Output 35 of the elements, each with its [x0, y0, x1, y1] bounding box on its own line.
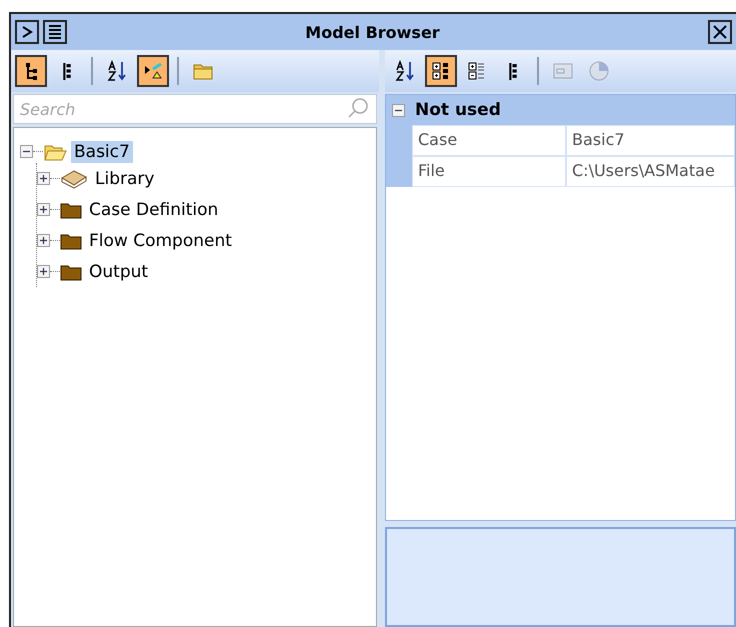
sort-icon — [106, 60, 128, 82]
expand-icon[interactable] — [37, 203, 50, 216]
collapse-icon[interactable] — [392, 104, 405, 116]
property-value[interactable]: C:\Users\ASMatae — [566, 156, 735, 187]
folder-icon — [60, 232, 82, 250]
tree-item[interactable]: Basic7 — [71, 140, 133, 162]
list-icon — [509, 62, 517, 80]
property-value[interactable]: Basic7 — [566, 125, 735, 156]
window-title: Model Browser — [304, 22, 441, 42]
search-field[interactable]: Search — [13, 94, 377, 124]
close-icon[interactable] — [708, 20, 732, 44]
folder-icon — [60, 262, 82, 280]
property-name: File — [412, 156, 566, 187]
tree-item[interactable]: Flow Component — [86, 230, 235, 252]
category-title: Not used — [415, 100, 501, 120]
property-name: Case — [412, 125, 566, 156]
tree-icon — [24, 62, 38, 80]
expand-icon[interactable] — [37, 172, 50, 185]
book-icon — [60, 168, 88, 188]
tree-item[interactable]: Library — [92, 168, 158, 190]
sort-icon — [394, 60, 416, 82]
list-icon — [63, 62, 71, 80]
toolbar-button[interactable] — [15, 55, 47, 87]
expand-icon[interactable] — [37, 265, 50, 278]
toolbar-button[interactable] — [425, 55, 457, 87]
expand-panel-icon[interactable] — [15, 20, 39, 44]
menu-icon[interactable] — [43, 20, 67, 44]
expand-icon[interactable] — [37, 234, 50, 247]
folder-icon — [60, 200, 82, 218]
search-icon — [348, 98, 369, 119]
tree-item[interactable]: Output — [86, 260, 152, 282]
toolbar-button[interactable] — [137, 55, 169, 87]
pie-icon — [588, 60, 610, 82]
tree-item[interactable]: Case Definition — [86, 198, 222, 220]
collapse-icon[interactable] — [20, 145, 33, 158]
